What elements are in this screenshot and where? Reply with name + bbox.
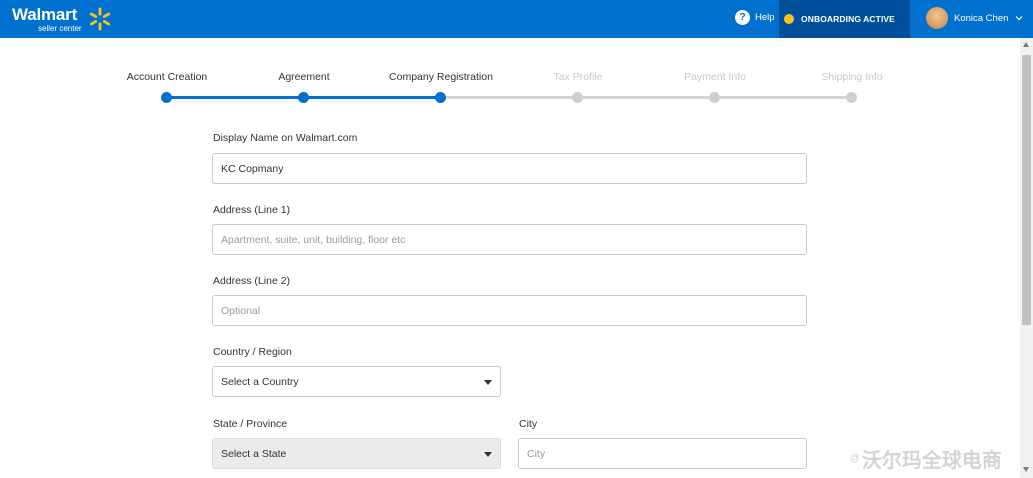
user-name: Konica Chen	[954, 12, 1009, 24]
step-account-creation: Account Creation	[97, 70, 237, 103]
address-line2-placeholder: Optional	[221, 304, 261, 317]
step-shipping-info: Shipping Info	[782, 70, 922, 103]
state-label: State / Province	[213, 418, 288, 430]
logo-subtitle: seller center	[38, 24, 82, 33]
step-dot	[298, 92, 309, 103]
step-company-registration: Company Registration	[371, 70, 511, 103]
state-select[interactable]: Select a State	[212, 438, 501, 469]
city-label: City	[519, 418, 538, 430]
step-payment-info: Payment Info	[645, 70, 785, 103]
country-select[interactable]: Select a Country	[212, 366, 501, 397]
page-scrollbar[interactable]	[1020, 38, 1033, 478]
address-line1-placeholder: Apartment, suite, unit, building, floor …	[221, 233, 406, 246]
city-input[interactable]: City	[518, 438, 807, 469]
avatar	[926, 7, 948, 29]
watermark: @ 沃尔玛全球电商	[850, 444, 1002, 473]
display-name-value: KC Copmany	[221, 162, 284, 175]
user-menu[interactable]: Konica Chen	[926, 7, 1023, 29]
step-tax-profile: Tax Profile	[508, 70, 648, 103]
display-name-input[interactable]: KC Copmany	[212, 153, 807, 184]
scroll-down-arrow-icon[interactable]	[1023, 467, 1029, 472]
onboarding-progress-stepper: Account Creation Agreement Company Regis…	[0, 70, 1020, 110]
top-navigation-bar: Walmart seller center ? Help ONBOARDING …	[0, 0, 1033, 38]
address-line1-input[interactable]: Apartment, suite, unit, building, floor …	[212, 224, 807, 255]
scroll-up-arrow-icon[interactable]	[1023, 42, 1029, 47]
step-dot	[161, 92, 172, 103]
watermark-at-symbol: @	[850, 453, 860, 464]
status-dot-icon	[784, 14, 794, 24]
step-dot	[709, 92, 720, 103]
city-placeholder: City	[527, 447, 546, 460]
step-dot	[435, 92, 446, 103]
help-link[interactable]: ? Help	[735, 10, 775, 25]
walmart-logo[interactable]: Walmart seller center	[12, 5, 111, 33]
step-label: Agreement	[278, 71, 330, 83]
address-line2-label: Address (Line 2)	[213, 275, 291, 287]
caret-down-icon	[484, 380, 492, 385]
logo-wordmark: Walmart	[12, 5, 78, 24]
step-dot	[846, 92, 857, 103]
status-label: ONBOARDING ACTIVE	[801, 14, 895, 24]
country-selected-value: Select a Country	[221, 375, 299, 388]
address-line1-label: Address (Line 1)	[213, 204, 291, 216]
step-label: Tax Profile	[553, 71, 603, 83]
step-label: Shipping Info	[821, 71, 883, 83]
caret-down-icon	[484, 452, 492, 457]
watermark-text: 沃尔玛全球电商	[861, 450, 1002, 472]
walmart-spark-icon	[89, 7, 111, 31]
scrollbar-thumb[interactable]	[1022, 55, 1031, 325]
progress-track-remaining	[441, 96, 852, 99]
step-label: Company Registration	[389, 71, 493, 83]
display-name-label: Display Name on Walmart.com	[213, 132, 358, 144]
help-label: Help	[755, 12, 775, 23]
help-icon: ?	[735, 10, 750, 25]
state-selected-value: Select a State	[221, 447, 287, 460]
country-label: Country / Region	[213, 346, 292, 358]
step-agreement: Agreement	[234, 70, 374, 103]
address-line2-input[interactable]: Optional	[212, 295, 807, 326]
chevron-down-icon	[1015, 16, 1023, 21]
step-label: Account Creation	[126, 71, 208, 83]
onboarding-status-badge: ONBOARDING ACTIVE	[779, 0, 910, 38]
step-label: Payment Info	[684, 71, 746, 83]
step-dot	[572, 92, 583, 103]
